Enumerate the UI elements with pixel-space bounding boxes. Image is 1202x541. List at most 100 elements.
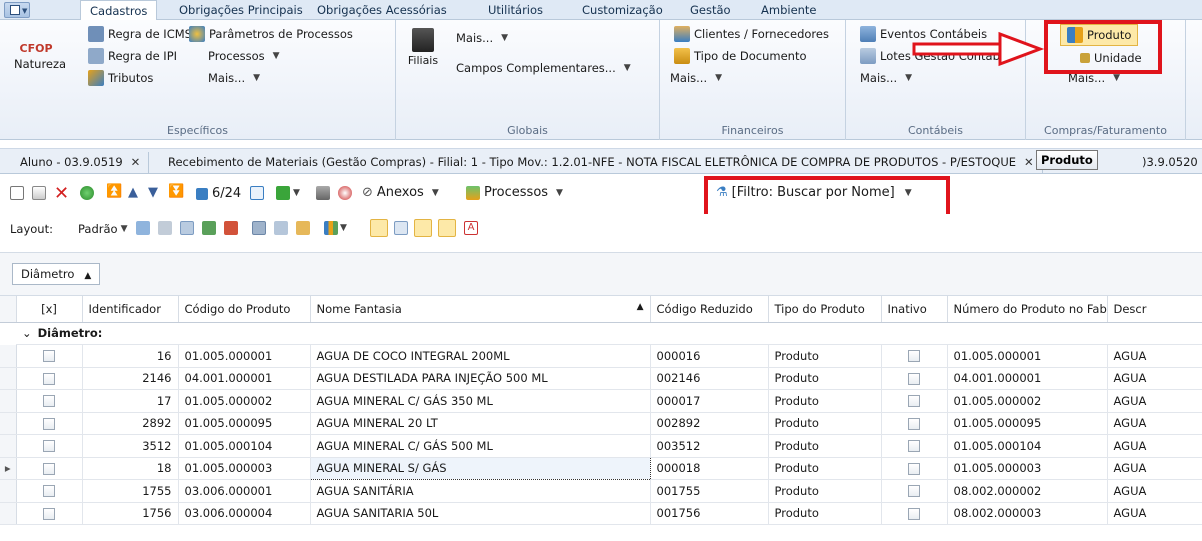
col-descricao[interactable]: Descr [1107, 296, 1202, 323]
checkbox[interactable] [43, 462, 55, 475]
edit-record-button[interactable] [32, 186, 46, 200]
padrao-dropdown[interactable]: Padrão ▼ [78, 222, 128, 236]
inativo-checkbox-cell[interactable] [881, 502, 948, 525]
print-button[interactable] [316, 186, 330, 200]
tab-ambiente[interactable]: Ambiente [761, 0, 817, 20]
regra-ipi-button[interactable]: Regra de IPI [88, 46, 177, 66]
layout-edit-button[interactable] [296, 221, 310, 235]
refresh-button[interactable] [80, 186, 94, 200]
chevron-down-icon[interactable]: ⌄ [22, 326, 32, 340]
view-mode-1-button[interactable] [370, 219, 388, 237]
select-checkbox-cell[interactable] [16, 389, 83, 413]
close-icon[interactable]: ✕ [1024, 155, 1034, 169]
layout-save-button[interactable] [136, 221, 150, 235]
layout-filter-button[interactable] [274, 221, 288, 235]
checkbox[interactable] [43, 485, 55, 498]
anexos-dropdown[interactable]: ⊘ Anexos ▼ [362, 185, 439, 200]
last-record-button[interactable]: ⏬ [168, 184, 184, 199]
checkbox[interactable] [908, 462, 920, 475]
close-icon[interactable]: ✕ [131, 155, 141, 169]
inativo-checkbox-cell[interactable] [881, 367, 948, 390]
natureza-button[interactable]: CFOP Natureza [14, 42, 66, 71]
globais-mais-dropdown[interactable]: Mais... ▼ [456, 28, 508, 48]
checkbox[interactable] [908, 417, 920, 430]
first-record-button[interactable]: ⏫ [106, 184, 122, 199]
select-checkbox-cell[interactable] [16, 367, 83, 390]
tributos-button[interactable]: Tributos [88, 68, 153, 88]
table-row[interactable]: 16 01.005.000001 AGUA DE COCO INTEGRAL 200… [0, 344, 1202, 368]
checkbox[interactable] [43, 372, 55, 385]
col-codigo-reduzido[interactable]: Código Reduzido [650, 296, 769, 323]
col-nome-fantasia[interactable]: Nome Fantasia ▲ [310, 296, 651, 323]
tab-customizacao[interactable]: Customização [582, 0, 663, 20]
inativo-checkbox-cell[interactable] [881, 412, 948, 435]
group-row[interactable]: ⌄ Diâmetro: [0, 322, 1202, 345]
tab-aluno[interactable]: Aluno - 03.9.0519 ✕ [12, 152, 150, 174]
select-checkbox-cell[interactable] [16, 344, 83, 368]
col-numero-fabricante[interactable]: Número do Produto no Fabricante [947, 296, 1108, 323]
clientes-fornecedores-button[interactable]: Clientes / Fornecedores [674, 24, 829, 44]
select-checkbox-cell[interactable] [16, 457, 83, 480]
processos-toolbar-dropdown[interactable]: Processos ▼ [466, 185, 563, 200]
tab-gestao[interactable]: Gestão [690, 0, 731, 20]
checkbox[interactable] [43, 395, 55, 408]
new-record-button[interactable] [10, 186, 24, 200]
view-mode-4-button[interactable] [438, 219, 456, 237]
select-checkbox-cell[interactable] [16, 479, 83, 503]
table-row[interactable]: 1756 03.006.000004 AGUA SANITARIA 50L 00175… [0, 502, 1202, 525]
checkbox[interactable] [908, 372, 920, 385]
parametros-processos-button[interactable]: Parâmetros de Processos [189, 24, 353, 44]
table-row[interactable]: 1755 03.006.000001 AGUA SANITÁRIA 001755 Pro… [0, 479, 1202, 503]
table-row[interactable]: 2146 04.001.000001 AGUA DESTILADA PARA INJ… [0, 367, 1202, 390]
tab-recebimento-materiais[interactable]: Recebimento de Materiais (Gestão Compras… [160, 152, 1043, 174]
layout-options-button[interactable] [252, 221, 266, 235]
checkbox[interactable] [908, 507, 920, 520]
checkbox[interactable] [43, 417, 55, 430]
tab-utilitarios[interactable]: Utilitários [488, 0, 543, 20]
table-row[interactable]: 3512 01.005.000104 AGUA MINERAL C/ GÁS 500… [0, 434, 1202, 458]
col-identificador[interactable]: Identificador [82, 296, 179, 323]
chart-dropdown[interactable]: ▼ [324, 221, 347, 235]
table-row[interactable]: 2892 01.005.000095 AGUA MINERAL 20 LT 00289… [0, 412, 1202, 435]
previous-record-button[interactable]: ▲ [128, 185, 138, 200]
select-checkbox-cell[interactable] [16, 434, 83, 458]
regra-icms-button[interactable]: Regra de ICMS [88, 24, 192, 44]
layout-clear-button[interactable] [158, 221, 172, 235]
tab-obrigacoes-principais[interactable]: Obrigações Principais [179, 0, 303, 20]
preview-button[interactable] [338, 186, 352, 200]
layout-export-button[interactable] [224, 221, 238, 235]
especificos-mais-dropdown[interactable]: Mais... ▼ [208, 68, 260, 88]
financeiros-mais-dropdown[interactable]: Mais... ▼ [670, 68, 722, 88]
col-codigo-produto[interactable]: Código do Produto [178, 296, 311, 323]
select-checkbox-cell[interactable] [16, 412, 83, 435]
tab-produto[interactable]: )3.9.0520 [1134, 152, 1202, 174]
calendar-button[interactable] [250, 186, 264, 200]
checkbox[interactable] [43, 350, 55, 363]
col-select[interactable]: [x] [16, 296, 83, 323]
checkbox[interactable] [908, 440, 920, 453]
campos-complementares-dropdown[interactable]: Campos Complementares... ▼ [456, 58, 631, 78]
font-button[interactable]: A [464, 221, 478, 235]
view-mode-3-button[interactable] [414, 219, 432, 237]
checkbox[interactable] [43, 507, 55, 520]
processos-dropdown[interactable]: Processos ▼ [208, 46, 280, 66]
select-checkbox-cell[interactable] [16, 502, 83, 525]
group-by-diametro-chip[interactable]: Diâmetro ▲ [12, 263, 101, 285]
inativo-checkbox-cell[interactable] [881, 479, 948, 503]
table-row[interactable]: ▸ 18 01.005.000003 AGUA MINERAL S/ GÁS 00001… [0, 456, 1202, 480]
checkbox[interactable] [908, 485, 920, 498]
tab-cadastros[interactable]: Cadastros [80, 0, 158, 21]
checkbox[interactable] [43, 440, 55, 453]
table-row[interactable]: 17 01.005.000002 AGUA MINERAL C/ GÁS 350 M… [0, 389, 1202, 413]
delete-record-button[interactable]: ✕ [54, 183, 69, 204]
inativo-checkbox-cell[interactable] [881, 344, 948, 368]
inativo-checkbox-cell[interactable] [881, 434, 948, 458]
contabeis-mais-dropdown[interactable]: Mais... ▼ [860, 68, 912, 88]
view-mode-2-button[interactable] [394, 221, 408, 235]
layout-import-button[interactable] [202, 221, 216, 235]
navigate-button[interactable]: ▼ [276, 186, 300, 200]
tab-obrigacoes-acessorias[interactable]: Obrigações Acessórias [317, 0, 447, 20]
next-record-button[interactable]: ▼ [148, 185, 158, 200]
inativo-checkbox-cell[interactable] [881, 389, 948, 413]
col-inativo[interactable]: Inativo [881, 296, 948, 323]
